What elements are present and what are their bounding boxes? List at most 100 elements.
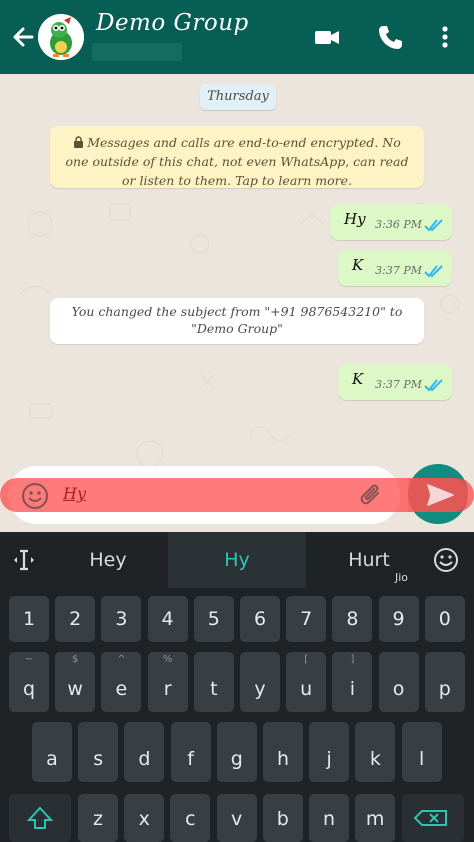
key-6[interactable]: 6 [240,596,280,642]
key-e[interactable]: ^ e [101,652,142,712]
key-label: 1 [22,608,36,630]
message-text: K [352,370,364,388]
more-vert-icon[interactable] [430,22,460,52]
key-label: t [210,678,218,700]
key-label: u [300,678,313,700]
key-label: q [22,678,36,700]
key-label: a [46,748,58,770]
key-0[interactable]: 0 [424,596,465,642]
emoji-icon[interactable] [20,481,50,511]
key-8[interactable]: 8 [332,596,373,642]
key-d[interactable]: d [124,722,165,782]
key-a[interactable]: a [32,722,72,782]
key-label: y [254,678,266,700]
key-label: 2 [69,608,82,630]
key-i[interactable]: ] i [332,652,373,712]
key-7[interactable]: 7 [286,596,327,642]
key-q[interactable]: ~ q [9,652,49,712]
keyboard: Hey Hy Hurt Jio 1 2 3 4 5 6 7 8 9 0 ~ q $ w ^ e% r t y[u] i… [0,532,474,842]
avatar-image [38,14,84,60]
system-message: You changed the subject from "+91 987654… [50,298,424,344]
key-alt-label: ~ [24,654,34,665]
chat-header: Demo Group [0,0,474,74]
key-9[interactable]: 9 [378,596,419,642]
key-label: h [276,748,290,770]
key-alt-label: [ [304,654,309,665]
suggestion-hurt[interactable]: Hurt [310,532,428,588]
suggestion-hy[interactable]: Hy [168,532,306,588]
backspace-key[interactable] [402,794,464,842]
key-j[interactable]: j [309,722,350,782]
key-label: v [230,808,243,830]
key-alt-label: % [162,654,173,665]
key-label: 0 [438,608,451,630]
key-label: s [93,748,104,770]
key-label: l [418,748,425,770]
key-o[interactable]: o [378,652,419,712]
key-label: r [163,678,172,700]
message-bubble[interactable]: K 3:37 PM [338,364,452,400]
encryption-notice[interactable]: Messages and calls are end-to-end encryp… [50,126,424,188]
key-t[interactable]: t [193,652,234,712]
video-call-icon[interactable] [312,22,342,52]
key-label: p [438,678,451,700]
key-4[interactable]: 4 [147,596,188,642]
key-h[interactable]: h [263,722,303,782]
key-label: 5 [207,608,220,630]
key-v[interactable]: v [216,794,257,842]
arrow-left-icon[interactable] [8,22,38,52]
key-g[interactable]: g [216,722,257,782]
key-x[interactable]: x [124,794,165,842]
message-text: K [352,256,364,274]
text-cursor-icon[interactable] [10,546,38,574]
emoji-keyboard-icon[interactable] [432,546,460,574]
key-label: k [369,748,381,770]
double-check-icon [424,265,443,278]
key-y[interactable]: y [240,652,280,712]
key-3[interactable]: 3 [101,596,142,642]
key-c[interactable]: c [170,794,211,842]
key-1[interactable]: 1 [9,596,49,642]
key-label: 3 [115,608,128,630]
key-5[interactable]: 5 [193,596,234,642]
key-n[interactable]: n [309,794,349,842]
carrier-label: Jio [395,571,409,584]
chat-title[interactable]: Demo Group [96,10,249,36]
chat-area[interactable]: Thursday Messages and calls are end-to-e… [0,74,474,532]
paperclip-icon[interactable] [356,479,388,511]
backspace-icon [413,810,447,826]
key-m[interactable]: m [355,794,396,842]
key-2[interactable]: 2 [55,596,96,642]
key-s[interactable]: s [78,722,119,782]
encryption-text: Messages and calls are end-to-end encryp… [65,135,409,188]
suggestion-hey[interactable]: Hey [50,532,166,588]
key-label: 7 [300,608,313,630]
key-u[interactable]: [u [286,652,327,712]
key-f[interactable]: f [170,722,211,782]
key-r[interactable]: % r [147,652,188,712]
key-z[interactable]: z [78,794,118,842]
key-alt-label: $ [72,654,79,665]
message-time: 3:37 PM [375,378,422,391]
shift-key[interactable] [9,794,71,842]
key-label: x [138,808,150,830]
key-l[interactable]: l [401,722,442,782]
message-bubble[interactable]: Hy 3:36 PM [330,204,452,240]
send-icon [427,484,454,506]
message-time: 3:37 PM [375,264,422,277]
key-label: o [392,678,405,700]
key-p[interactable]: p [424,652,465,712]
key-label: 4 [161,608,174,630]
phone-icon[interactable] [375,22,405,52]
key-b[interactable]: b [262,794,303,842]
lock-icon [74,136,84,148]
key-w[interactable]: $ w [55,652,96,712]
message-bubble[interactable]: K 3:37 PM [338,250,452,286]
message-input[interactable]: Hy [63,484,86,503]
key-label: n [322,808,336,830]
avatar[interactable] [38,14,84,60]
subtitle-redacted [92,43,182,61]
key-k[interactable]: k [355,722,396,782]
key-label: c [185,808,196,830]
key-alt-label: ^ [117,654,126,665]
